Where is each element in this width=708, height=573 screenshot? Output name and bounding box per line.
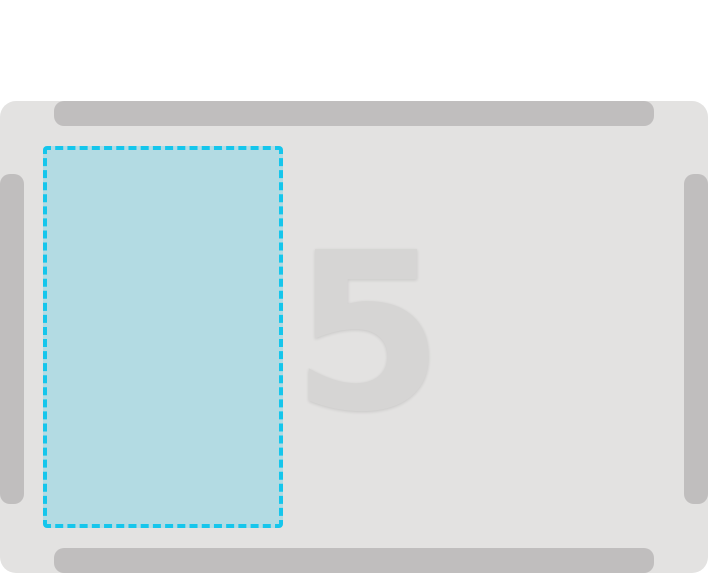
selected-zone[interactable]: [43, 146, 283, 528]
zone-number: 5: [292, 207, 444, 460]
top-edge-bar: [54, 101, 654, 126]
left-edge-bar: [0, 174, 24, 504]
layout-preview: 5: [0, 0, 708, 573]
right-edge-bar: [684, 174, 708, 504]
bottom-edge-bar: [54, 548, 654, 573]
